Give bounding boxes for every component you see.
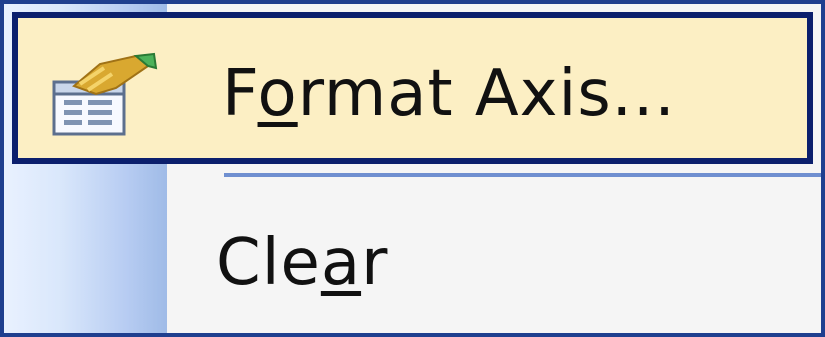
menu-item-clear[interactable]: Clear xyxy=(4,189,821,333)
menu-item-label: Format Axis... xyxy=(222,57,676,131)
menu-separator xyxy=(224,173,821,177)
format-axis-icon xyxy=(44,48,162,140)
menu-item-label: Clear xyxy=(216,226,389,300)
context-menu: Format Axis... Clear xyxy=(0,0,825,337)
menu-item-format-axis[interactable]: Format Axis... xyxy=(12,12,813,164)
